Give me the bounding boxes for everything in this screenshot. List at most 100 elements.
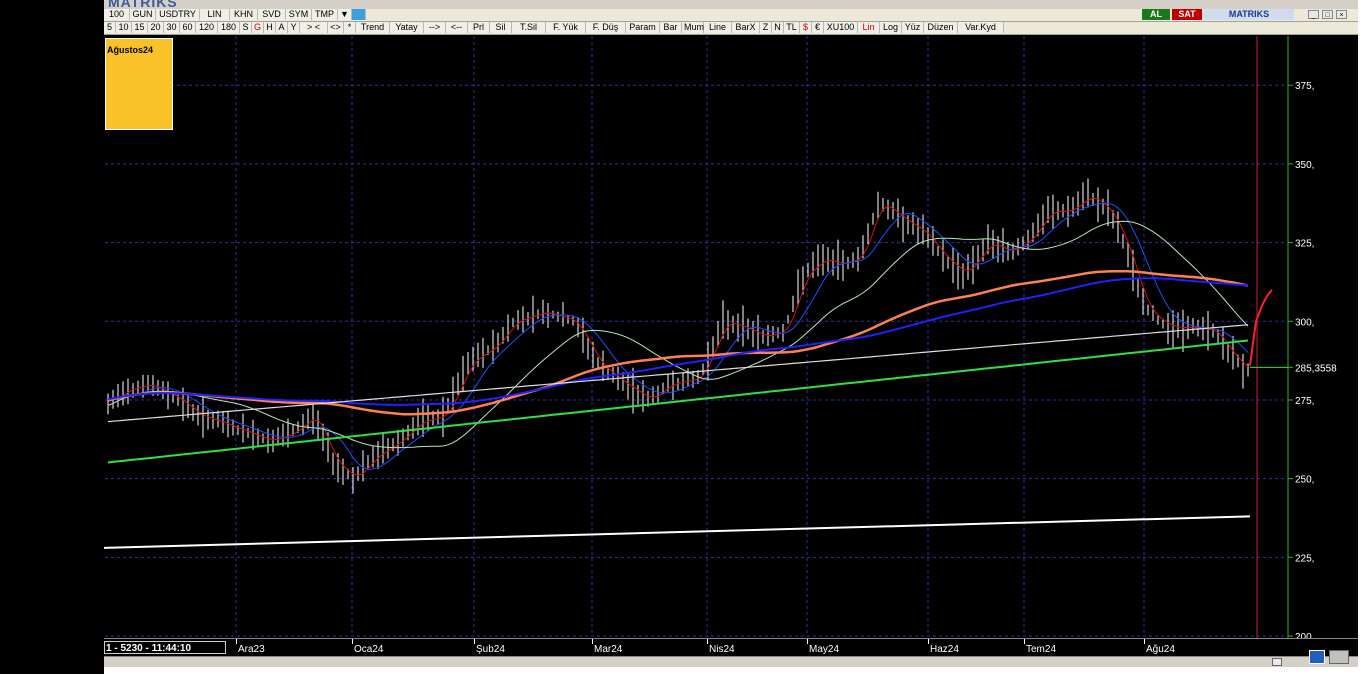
chart-window: MATRIKS 100 GUN USDTRY LIN KHN SVD SYM TMP ▼ AL SA…	[104, 0, 1358, 674]
toolbar2-item-5[interactable]: 60	[180, 22, 196, 33]
ma-line-red	[107, 197, 1249, 476]
settings-icon[interactable]	[1329, 650, 1349, 664]
toolbar2-item-27[interactable]: Mum	[682, 22, 704, 33]
toolbar2-item-3[interactable]: 20	[148, 22, 164, 33]
buy-button[interactable]: AL	[1142, 9, 1170, 20]
toolbar2-item-13[interactable]: > <	[300, 22, 328, 33]
y-tick-label-0: 375,	[1295, 81, 1314, 92]
toolbar2-item-25[interactable]: Param	[626, 22, 660, 33]
price-chart[interactable]: 375,350,325,300,285,3558275,250,225,200,	[104, 36, 1358, 638]
toolbar2-item-6[interactable]: 120	[196, 22, 218, 33]
close-icon[interactable]: ×	[1336, 10, 1347, 19]
toolbar-primary: 100 GUN USDTRY LIN KHN SVD SYM TMP ▼ AL SAT MATRIKS…	[104, 9, 1358, 22]
toolbar2-item-18[interactable]: -->	[424, 22, 446, 33]
toolbar2-item-40[interactable]: Var.Kyd	[958, 22, 1004, 33]
toolbar2-item-7[interactable]: 180	[218, 22, 240, 33]
dropdown-arrow-icon[interactable]: ▼	[338, 9, 352, 20]
status-box: 1 - 5230 - 11:44:10	[104, 641, 226, 654]
y-tick-label-3: 300,	[1295, 317, 1314, 328]
toolbar2-item-2[interactable]: 15	[132, 22, 148, 33]
y-tick-label-7: 225,	[1295, 553, 1314, 564]
x-tick-3	[592, 639, 593, 644]
toolbar2-item-16[interactable]: Trend	[356, 22, 390, 33]
right-edge-strip	[1358, 0, 1362, 674]
y-tick-label-2: 325,	[1295, 239, 1314, 250]
toolbar2-item-29[interactable]: BarX	[732, 22, 760, 33]
toolbar1-item-1[interactable]: GUN	[130, 9, 156, 20]
trend-line-white	[104, 515, 1251, 549]
toolbar2-item-11[interactable]: A	[276, 22, 288, 33]
restore-icon[interactable]: □	[1322, 10, 1333, 19]
x-label-8: Ağu24	[1146, 644, 1175, 655]
x-label-5: May24	[809, 644, 840, 655]
bird-icon[interactable]	[352, 9, 366, 20]
minimize-icon[interactable]: _	[1308, 10, 1319, 19]
toolbar1-item-6[interactable]: SYM	[286, 9, 312, 20]
y-tick-label-4: 285,3558	[1295, 363, 1337, 374]
toolbar2-item-21[interactable]: Sil	[490, 22, 512, 33]
window-bottom-edge	[104, 667, 1358, 674]
x-tick-7	[1024, 639, 1025, 644]
toolbar2-item-23[interactable]: F. Yük	[546, 22, 586, 33]
toolbar1-item-4[interactable]: KHN	[230, 9, 258, 20]
toolbar2-item-31[interactable]: N	[772, 22, 784, 33]
left-empty-area	[0, 0, 104, 674]
toolbar2-item-26[interactable]: Bar	[660, 22, 682, 33]
toolbar2-item-37[interactable]: Log	[880, 22, 902, 33]
toolbar2-item-17[interactable]: Yatay	[390, 22, 424, 33]
toolbar2-item-8[interactable]: S	[240, 22, 252, 33]
x-label-7: Tem24	[1026, 644, 1057, 655]
toolbar2-item-1[interactable]: 10	[116, 22, 132, 33]
toolbar2-item-39[interactable]: Düzen	[924, 22, 958, 33]
x-label-1: Oca24	[354, 644, 384, 655]
x-label-0: Ara23	[238, 644, 265, 655]
ma-line-orange	[107, 269, 1249, 416]
x-tick-2	[474, 639, 475, 644]
chart-area[interactable]: 375, 350, 325, 300, 285,3558 275, 250, 225, 200,…	[104, 36, 1358, 638]
scrollbar-thumb[interactable]	[1272, 658, 1282, 666]
toolbar1-item-5[interactable]: SVD	[258, 9, 286, 20]
toolbar2-item-24[interactable]: F. Düş	[586, 22, 626, 33]
toolbar2-item-9[interactable]: G	[252, 22, 264, 33]
toolbar2-item-4[interactable]: 30	[164, 22, 180, 33]
toolbar2-item-0[interactable]: 5	[104, 22, 116, 33]
toolbar1-item-3[interactable]: LIN	[200, 9, 230, 20]
x-tick-5	[807, 639, 808, 644]
toolbar2-item-38[interactable]: Yüz	[902, 22, 924, 33]
toolbar2-item-15[interactable]: *	[344, 22, 356, 33]
toolbar2-item-36[interactable]: Lin	[858, 22, 880, 33]
toolbar2-item-35[interactable]: XU100	[824, 22, 858, 33]
toolbar1-item-2[interactable]: USDTRY	[156, 9, 200, 20]
x-label-6: Haz24	[930, 644, 959, 655]
x-tick-6	[928, 639, 929, 644]
ma-line-white	[107, 324, 1249, 423]
refresh-icon[interactable]	[1309, 650, 1325, 664]
toolbar2-item-28[interactable]: Line	[704, 22, 732, 33]
x-label-4: Nis24	[709, 644, 735, 655]
x-tick-0	[236, 639, 237, 644]
toolbar2-item-30[interactable]: Z	[760, 22, 772, 33]
x-tick-1	[352, 639, 353, 644]
toolbar2-item-19[interactable]: <--	[446, 22, 468, 33]
brand-label: MATRIKS	[1204, 9, 1294, 20]
toolbar1-item-0[interactable]: 100	[104, 9, 130, 20]
legend-box[interactable]: Ağustos24	[105, 38, 173, 130]
toolbar2-item-32[interactable]: TL	[784, 22, 800, 33]
toolbar2-item-20[interactable]: Prl	[468, 22, 490, 33]
x-axis-bar: 1 - 5230 - 11:44:10 Ara23 Oca24 Şub24 Mar24…	[104, 638, 1358, 657]
title-bar: MATRIKS	[104, 0, 1358, 9]
toolbar2-item-33[interactable]: $	[800, 22, 812, 33]
toolbar2-item-14[interactable]: <>	[328, 22, 344, 33]
x-label-3: Mar24	[594, 644, 623, 655]
x-label-2: Şub24	[476, 644, 505, 655]
toolbar2-item-34[interactable]: €	[812, 22, 824, 33]
toolbar-secondary: 5 10 15 20 30 60 120 180 S G H A Y > < <> * Trend Yatay --…	[104, 22, 1358, 35]
toolbar2-item-10[interactable]: H	[264, 22, 276, 33]
x-tick-8	[1144, 639, 1145, 644]
legend-label: Ağustos24	[107, 45, 154, 55]
toolbar2-item-22[interactable]: T.Sil	[512, 22, 546, 33]
toolbar2-item-12[interactable]: Y	[288, 22, 300, 33]
sell-button[interactable]: SAT	[1172, 9, 1202, 20]
y-tick-label-1: 350,	[1295, 160, 1314, 171]
toolbar1-item-7[interactable]: TMP	[312, 9, 338, 20]
